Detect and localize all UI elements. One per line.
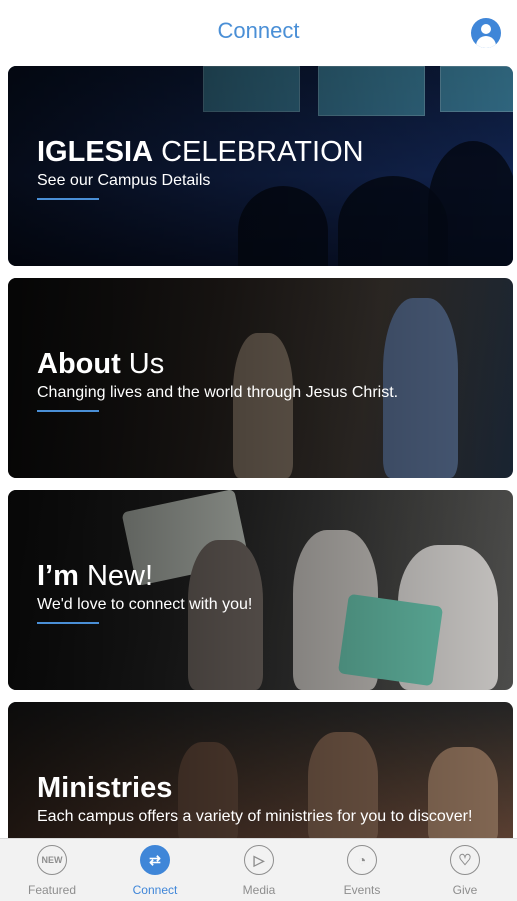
card-accent-line	[37, 198, 99, 200]
card-title-bold: IGLESIA	[37, 136, 154, 168]
card-ministries[interactable]: Ministries Each campus offers a variety …	[8, 702, 513, 838]
bottom-tab-bar: NEW Featured ⇄ Connect ▷ Media ◔ Events …	[0, 838, 517, 901]
tab-label: Events	[343, 883, 381, 897]
play-icon: ▷	[244, 845, 274, 875]
heart-icon: ♡	[450, 845, 480, 875]
card-title-bold: Ministries	[37, 772, 173, 804]
card-im-new[interactable]: I’m New! We'd love to connect with you!	[8, 490, 513, 690]
tab-give[interactable]: ♡ Give	[420, 845, 510, 899]
clock-icon: ◔	[347, 845, 377, 875]
tab-label: Featured	[27, 883, 77, 897]
card-title: IGLESIA CELEBRATION	[37, 136, 364, 168]
card-accent-line	[37, 410, 99, 412]
tab-events[interactable]: ◔ Events	[317, 845, 407, 899]
page-title: Connect	[217, 18, 300, 43]
tab-featured[interactable]: NEW Featured	[7, 845, 97, 899]
card-title: About Us	[37, 348, 164, 380]
card-title: Ministries	[37, 772, 172, 804]
card-about-us[interactable]: About Us Changing lives and the world th…	[8, 278, 513, 478]
tab-connect[interactable]: ⇄ Connect	[110, 845, 200, 899]
tab-label: Connect	[132, 883, 178, 897]
card-title-light: New!	[78, 560, 154, 592]
tab-media[interactable]: ▷ Media	[214, 845, 304, 899]
profile-head	[481, 24, 491, 34]
card-title-light: CELEBRATION	[153, 136, 364, 168]
card-subtitle: Each campus offers a variety of ministri…	[37, 808, 473, 825]
tab-label: Give	[452, 883, 478, 897]
card-title: I’m New!	[37, 560, 153, 592]
profile-icon[interactable]	[471, 18, 501, 48]
card-title-bold: About	[37, 348, 121, 380]
card-subtitle: We'd love to connect with you!	[37, 596, 253, 613]
top-header: Connect	[0, 0, 517, 64]
tab-label: Media	[242, 883, 276, 897]
card-accent-line	[37, 622, 99, 624]
card-iglesia-celebration[interactable]: IGLESIA CELEBRATION See our Campus Detai…	[8, 66, 513, 266]
card-subtitle: See our Campus Details	[37, 172, 211, 189]
card-subtitle: Changing lives and the world through Jes…	[37, 384, 399, 401]
new-badge-icon: NEW	[37, 845, 67, 875]
arrows-exchange-icon: ⇄	[140, 845, 170, 875]
card-title-bold: I’m	[37, 560, 79, 592]
profile-body	[476, 36, 496, 48]
card-title-light: Us	[120, 348, 165, 380]
